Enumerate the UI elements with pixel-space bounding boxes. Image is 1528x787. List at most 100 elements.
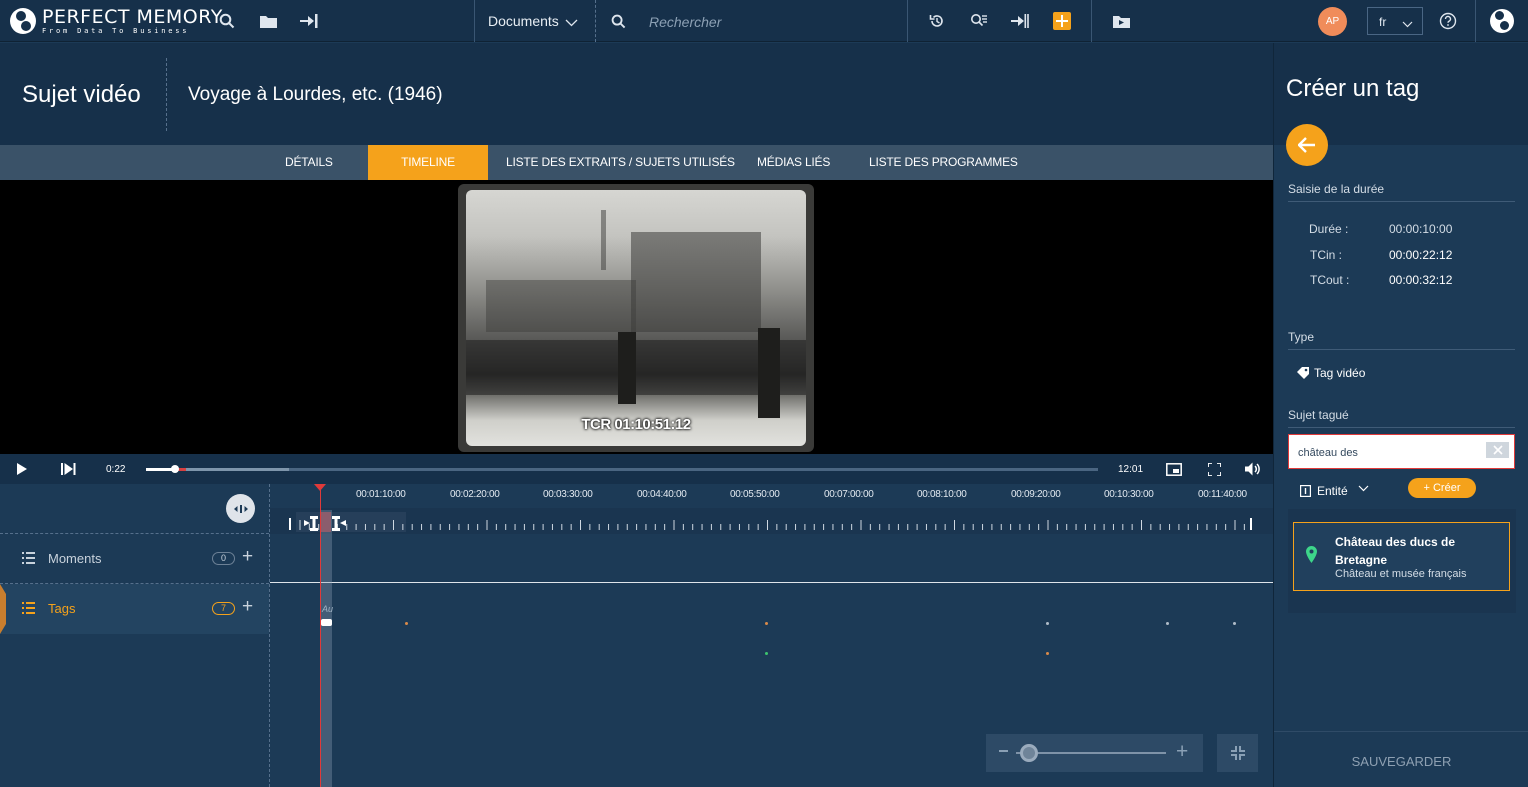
save-bar: SAUVEGARDER [1274, 731, 1528, 787]
page-header: Sujet vidéo Voyage à Lourdes, etc. (1946… [0, 43, 1273, 145]
search-result-item[interactable]: Château des ducs de Bretagne Château et … [1293, 522, 1510, 591]
list-icon [22, 551, 36, 565]
timeline-track-list: Moments 0 + Tags 7 + [0, 484, 270, 787]
type-section-title: Type [1288, 330, 1315, 344]
tab-details[interactable]: DÉTAILS [285, 145, 333, 180]
tag-marker[interactable] [1046, 622, 1049, 625]
chevron-down-icon [1358, 481, 1369, 495]
duration: 12:01 [1118, 464, 1144, 475]
search-icon[interactable] [217, 11, 237, 31]
folder-icon[interactable] [258, 11, 278, 31]
zoom-in-icon[interactable]: + [1176, 740, 1188, 764]
tag-icon [1297, 366, 1310, 384]
tab-extracts[interactable]: LISTE DES EXTRAITS / SUJETS UTILISÉS [506, 145, 735, 180]
tab-timeline[interactable]: TIMELINE [368, 145, 488, 180]
app-switcher-icon[interactable] [1490, 9, 1514, 33]
import-icon[interactable] [299, 11, 319, 31]
tag-marker[interactable] [1046, 652, 1049, 655]
tcout-value[interactable]: 00:00:32:12 [1389, 273, 1452, 287]
timeline-ruler[interactable]: 00:01:10:00 00:02:20:00 00:03:30:00 00:0… [270, 484, 1273, 508]
track-label: Moments [48, 551, 102, 566]
close-icon [1492, 445, 1503, 455]
next-frame-icon[interactable] [58, 459, 78, 479]
tag-marker[interactable] [1233, 622, 1236, 625]
video-player[interactable]: TCR 01:10:51:12 [0, 180, 1273, 454]
ruler-label: 00:11:40:00 [1198, 489, 1247, 500]
progress-bar[interactable] [146, 468, 1098, 471]
ruler-label: 00:02:20:00 [450, 489, 500, 500]
history-icon[interactable] [927, 11, 947, 31]
picture-in-picture-icon[interactable] [1164, 459, 1184, 479]
track-moments[interactable]: Moments 0 + [0, 534, 269, 584]
tag-marker[interactable] [765, 652, 768, 655]
timeline: Moments 0 + Tags 7 + 00:01:10:00 00:02:2… [0, 484, 1273, 787]
selection-range [320, 510, 332, 787]
tab-linked-media[interactable]: MÉDIAS LIÉS [757, 145, 830, 180]
tag-marker[interactable] [405, 622, 408, 625]
brand-logo[interactable]: PERFECT MEMORY From Data To Business [10, 6, 223, 36]
send-to-icon[interactable] [1010, 11, 1030, 31]
create-entity-button[interactable]: + Créer [1408, 478, 1476, 498]
selected-track-indicator [0, 584, 6, 634]
add-moment-button[interactable]: + [242, 547, 253, 567]
track-count-badge: 7 [212, 602, 235, 615]
progress-handle[interactable] [170, 465, 179, 473]
result-title: Château des ducs de Bretagne [1335, 535, 1456, 567]
current-time: 0:22 [106, 464, 126, 475]
duration-label: Durée : [1309, 222, 1349, 236]
documents-dropdown[interactable]: Documents [488, 13, 578, 30]
duration-section-title: Saisie de la durée [1288, 182, 1385, 196]
tcout-label: TCout : [1310, 273, 1350, 287]
ruler-label: 00:07:00:00 [824, 489, 874, 500]
tcin-label: TCin : [1310, 248, 1343, 262]
brand-logo-icon [10, 8, 36, 34]
zoom-slider[interactable] [1016, 752, 1166, 754]
global-search-input[interactable]: Rechercher [649, 14, 721, 30]
search-bar-icon [608, 11, 628, 31]
plus-icon: + [1423, 482, 1430, 494]
tag-marker[interactable] [765, 622, 768, 625]
volume-icon[interactable] [1243, 459, 1263, 479]
help-icon[interactable] [1438, 11, 1458, 31]
tab-bar: DÉTAILS TIMELINE LISTE DES EXTRAITS / SU… [0, 145, 1273, 180]
burned-timecode: TCR 01:10:51:12 [581, 416, 691, 433]
playhead[interactable] [320, 489, 321, 787]
brand-tagline: From Data To Business [42, 26, 190, 35]
play-icon[interactable] [12, 459, 32, 479]
player-controls: 0:22 12:01 [0, 454, 1273, 484]
back-button[interactable] [1286, 124, 1328, 166]
user-avatar[interactable]: AP [1318, 7, 1347, 36]
language-select[interactable]: fr [1367, 7, 1423, 35]
save-button[interactable]: SAUVEGARDER [1274, 754, 1528, 769]
ruler-label: 00:10:30:00 [1104, 489, 1154, 500]
tcin-value[interactable]: 00:00:22:12 [1389, 248, 1452, 262]
map-pin-icon [1306, 546, 1317, 568]
tag-marker[interactable] [1166, 622, 1169, 625]
media-folder-icon[interactable] [1111, 11, 1131, 31]
zoom-out-icon[interactable] [999, 750, 1008, 752]
tag-marker-icon[interactable] [321, 619, 332, 626]
collapse-timeline-button[interactable] [1217, 734, 1258, 772]
timeline-center-button[interactable] [226, 494, 255, 523]
playhead-handle[interactable] [314, 484, 326, 491]
expand-horizontal-icon [233, 504, 248, 513]
track-tags[interactable]: Tags 7 + [0, 584, 269, 634]
track-count-badge: 0 [212, 552, 235, 565]
tag-marker-label: Au [322, 604, 334, 614]
panel-title: Créer un tag [1286, 75, 1420, 102]
chevron-down-icon [1402, 17, 1413, 31]
entity-filter-dropdown[interactable]: Entité [1317, 484, 1369, 498]
add-icon[interactable] [1053, 12, 1071, 30]
duration-value[interactable]: 00:00:10:00 [1389, 222, 1452, 236]
fullscreen-icon[interactable] [1204, 459, 1224, 479]
brand-title: PERFECT MEMORY [42, 5, 223, 28]
zoom-slider-handle[interactable] [1020, 744, 1038, 762]
tag-type-value[interactable]: Tag vidéo [1314, 366, 1365, 380]
tab-programs[interactable]: LISTE DES PROGRAMMES [869, 145, 1018, 180]
ruler-label: 00:04:40:00 [637, 489, 687, 500]
clear-search-button[interactable] [1486, 442, 1509, 458]
subject-search-input[interactable]: château des [1288, 434, 1515, 469]
add-tag-button[interactable]: + [242, 597, 253, 617]
saved-search-icon[interactable] [969, 11, 989, 31]
subject-section-title: Sujet tagué [1288, 408, 1349, 422]
